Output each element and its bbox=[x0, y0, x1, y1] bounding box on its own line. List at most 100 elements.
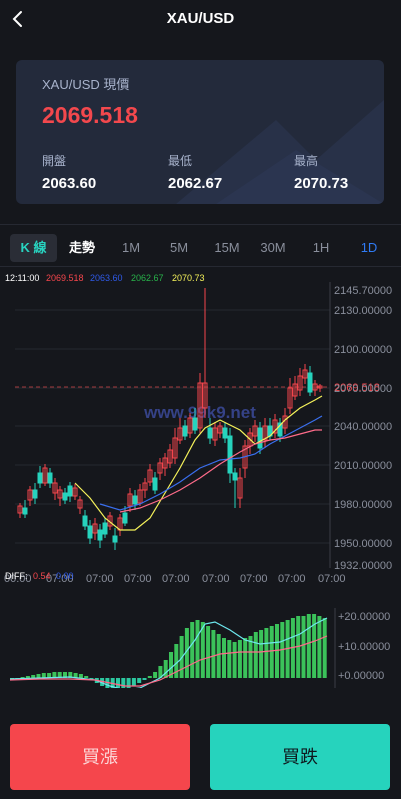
candle-body bbox=[152, 477, 158, 491]
open-stat: 開盤 2063.60 bbox=[42, 152, 96, 192]
candle-body bbox=[307, 372, 313, 393]
macd-bar bbox=[211, 630, 216, 678]
divider bbox=[0, 224, 401, 225]
tab-1d[interactable]: 1D bbox=[356, 234, 382, 262]
info-low: 2062.67 bbox=[131, 273, 164, 283]
macd-bar bbox=[216, 634, 221, 678]
tab-15m[interactable]: 15M bbox=[210, 234, 244, 262]
y-axis-label: 2100.00000 bbox=[334, 344, 392, 356]
low-stat: 最低 2062.67 bbox=[168, 152, 222, 192]
info-time: 12:11:00 bbox=[5, 273, 39, 283]
info-price: 2069.518 bbox=[46, 273, 84, 283]
open-value: 2063.60 bbox=[42, 175, 97, 192]
tab-1h[interactable]: 1H bbox=[308, 234, 334, 262]
y-axis-label: 1980.00000 bbox=[334, 499, 392, 511]
x-axis-label: 07:00 bbox=[278, 573, 306, 585]
kline-chart[interactable]: 2069.518 www.99k9.net 12:11:00 2069.518 … bbox=[0, 268, 401, 688]
candle-body bbox=[102, 522, 108, 535]
candle-body bbox=[22, 507, 28, 515]
candle-body bbox=[122, 512, 128, 524]
low-value: 2062.67 bbox=[168, 175, 223, 192]
candle-body bbox=[47, 472, 53, 484]
macd-bar bbox=[36, 674, 41, 678]
macd-bar bbox=[269, 626, 274, 678]
info-open: 2063.60 bbox=[90, 273, 123, 283]
tab-1m[interactable]: 1M bbox=[116, 234, 146, 262]
diff-value-1: 0.54 bbox=[33, 571, 51, 581]
quote-card: XAU/USD 現價 2069.518 開盤 2063.60 最低 2062.6… bbox=[16, 60, 384, 204]
candle-body bbox=[207, 427, 213, 439]
candle-body bbox=[257, 427, 263, 449]
low-label: 最低 bbox=[168, 154, 193, 168]
y-axis-label: 2145.70000 bbox=[334, 285, 392, 297]
macd-axis-label: +10.00000 bbox=[338, 641, 390, 653]
macd-bar bbox=[153, 672, 158, 678]
candle-body bbox=[132, 495, 138, 505]
divider bbox=[0, 266, 401, 267]
macd-bar bbox=[142, 678, 147, 680]
candle-body bbox=[182, 425, 188, 437]
buy-down-button[interactable]: 買跌 bbox=[210, 724, 390, 790]
tab-kline[interactable]: K 線 bbox=[10, 234, 57, 262]
macd-bar bbox=[116, 678, 120, 688]
macd-bar bbox=[227, 640, 232, 678]
candle-body bbox=[67, 485, 73, 497]
macd-bar bbox=[237, 640, 242, 678]
candle-body bbox=[112, 535, 118, 543]
macd-line bbox=[9, 617, 328, 688]
macd-axis-label: +20.00000 bbox=[338, 611, 390, 623]
macd-bar bbox=[264, 628, 269, 678]
y-axis-label: 2040.00000 bbox=[334, 421, 392, 433]
signal-line bbox=[9, 635, 328, 687]
candle-body bbox=[82, 515, 88, 527]
x-axis-label: 07:00 bbox=[86, 573, 114, 585]
info-high: 2070.73 bbox=[172, 273, 205, 283]
macd-bar bbox=[232, 642, 237, 678]
macd-axis-label: +0.00000 bbox=[338, 670, 384, 682]
buy-up-button[interactable]: 買漲 bbox=[10, 724, 190, 790]
macd-bar bbox=[306, 614, 311, 678]
high-value: 2070.73 bbox=[294, 175, 349, 192]
candle-body bbox=[62, 492, 68, 501]
current-price: 2069.518 bbox=[42, 102, 138, 128]
x-axis-label: 07:00 bbox=[318, 573, 346, 585]
macd-bar bbox=[25, 676, 30, 678]
high-label: 最高 bbox=[294, 154, 319, 168]
y-axis-label: 2010.00000 bbox=[334, 460, 392, 472]
macd-bar bbox=[84, 676, 89, 678]
y-axis-label: 2070.00000 bbox=[334, 383, 392, 395]
macd-bar bbox=[301, 616, 306, 678]
tab-30m[interactable]: 30M bbox=[256, 234, 290, 262]
macd-bar bbox=[31, 675, 36, 678]
macd-bar bbox=[190, 622, 195, 678]
macd-bar bbox=[131, 678, 136, 686]
macd-bar bbox=[222, 638, 226, 678]
tab-5m[interactable]: 5M bbox=[164, 234, 194, 262]
header: XAU/USD bbox=[0, 0, 401, 40]
period-tabs: K 線 走勢 1M 5M 15M 30M 1H 1D bbox=[0, 234, 401, 262]
diff-label: DIFF: bbox=[5, 571, 28, 581]
macd-bar bbox=[322, 618, 327, 678]
candle-body bbox=[97, 529, 103, 541]
candle-body bbox=[37, 472, 43, 484]
macd-bar bbox=[78, 674, 83, 678]
high-stat: 最高 2070.73 bbox=[294, 152, 348, 192]
macd-bar bbox=[317, 616, 322, 678]
candle-body bbox=[222, 427, 228, 439]
candle-body bbox=[227, 435, 233, 474]
macd-bar bbox=[163, 660, 168, 678]
y-axis-label: 1932.00000 bbox=[334, 560, 392, 572]
candle-body bbox=[232, 472, 238, 481]
x-axis-label: 07:00 bbox=[202, 573, 230, 585]
y-axis-label: 2130.00000 bbox=[334, 305, 392, 317]
tab-trend[interactable]: 走勢 bbox=[62, 234, 102, 262]
candle-body bbox=[32, 489, 38, 499]
x-axis-label: 07:00 bbox=[124, 573, 152, 585]
macd-bar bbox=[243, 638, 248, 678]
page-title: XAU/USD bbox=[166, 10, 235, 27]
open-label: 開盤 bbox=[42, 154, 67, 168]
macd-bar bbox=[147, 676, 152, 678]
macd-bar bbox=[195, 620, 200, 678]
macd-bar bbox=[259, 630, 264, 678]
candle-body bbox=[192, 417, 198, 431]
